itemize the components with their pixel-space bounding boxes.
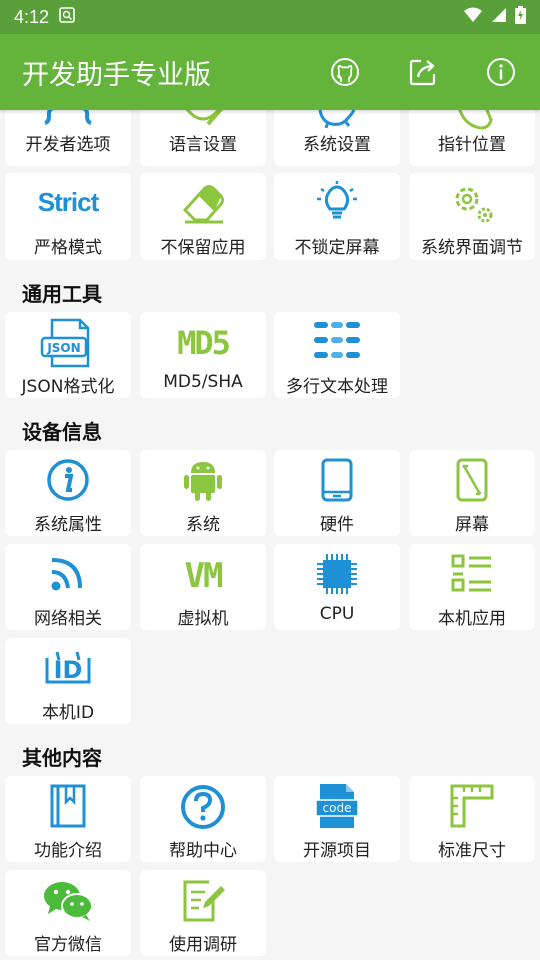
tile-label: 帮助中心 (169, 841, 237, 861)
tile-developer-options[interactable]: 开发者选项 (5, 110, 131, 166)
tile-system-settings[interactable]: 系统设置 (274, 110, 400, 166)
tile-label: CPU (319, 604, 355, 624)
eraser-icon (140, 182, 266, 224)
tile-label: 硬件 (320, 515, 354, 535)
screenshot-notification-icon (59, 7, 75, 27)
tile-label: 标准尺寸 (438, 841, 506, 861)
tile-label: 系统属性 (34, 515, 102, 535)
wifi-icon (463, 7, 483, 27)
tile-label: 指针位置 (438, 135, 506, 155)
tile-language-settings[interactable]: 语言设置 (140, 110, 266, 166)
book-icon (5, 784, 131, 828)
tile-label: 系统 (186, 515, 220, 535)
gear-icon (274, 110, 400, 128)
tile-system-properties[interactable]: 系统属性 (5, 450, 131, 536)
section-title-tools: 通用工具 (22, 282, 102, 306)
tile-md5-sha[interactable]: MD5 MD5/SHA (140, 312, 266, 398)
tile-label: 严格模式 (34, 238, 102, 258)
edit-note-icon (140, 878, 266, 922)
tile-system[interactable]: 系统 (140, 450, 266, 536)
tile-label: 开发者选项 (25, 135, 111, 155)
tile-label: 虚拟机 (177, 609, 229, 629)
tile-feature-intro[interactable]: 功能介绍 (5, 776, 131, 862)
share-button[interactable] (384, 34, 462, 110)
globe-pencil-icon (140, 110, 266, 130)
main-content: 开发者选项 语言设置 系统设置 指针位置 Strict 严格模式 不保留应用 不… (0, 110, 540, 960)
tile-device-id[interactable]: ID 本机ID (5, 638, 131, 724)
tile-virtual-machine[interactable]: VM 虚拟机 (140, 544, 266, 630)
github-button[interactable] (306, 34, 384, 110)
strict-icon: Strict (37, 187, 99, 217)
tile-label: JSON格式化 (21, 377, 115, 397)
tile-label: 不保留应用 (160, 238, 246, 258)
tile-multiline-text[interactable]: 多行文本处理 (274, 312, 400, 398)
app-title: 开发助手专业版 (22, 59, 211, 91)
app-bar: 开发助手专业版 (0, 34, 540, 110)
tile-label: 不锁定屏幕 (294, 238, 380, 258)
tile-label: 本机应用 (438, 609, 506, 629)
tile-label: 官方微信 (34, 935, 102, 955)
section-title-device: 设备信息 (22, 420, 102, 444)
tile-label: 屏幕 (455, 515, 489, 535)
tile-label: 本机ID (41, 703, 95, 723)
code-file-icon: code (274, 782, 400, 830)
tile-hardware[interactable]: 硬件 (274, 450, 400, 536)
gears-icon (409, 181, 535, 225)
tile-wechat[interactable]: 官方微信 (5, 870, 131, 956)
signal-icon (491, 7, 507, 27)
share-icon (409, 59, 436, 86)
tile-label: 系统设置 (303, 135, 371, 155)
brackets-icon (5, 110, 131, 130)
tile-pointer-location[interactable]: 指针位置 (409, 110, 535, 166)
tile-stay-awake[interactable]: 不锁定屏幕 (274, 173, 400, 260)
tile-standard-size[interactable]: 标准尺寸 (409, 776, 535, 862)
tile-system-ui-tuner[interactable]: 系统界面调节 (409, 173, 535, 260)
svg-text:JSON: JSON (46, 341, 80, 355)
tile-json-formatter[interactable]: JSON JSON格式化 (5, 312, 131, 398)
tile-label: MD5/SHA (163, 372, 243, 392)
md5-icon: MD5 (177, 324, 231, 362)
info-icon (487, 58, 515, 86)
hand-pointer-icon (409, 110, 535, 132)
tile-screen[interactable]: 屏幕 (409, 450, 535, 536)
tile-label: 多行文本处理 (286, 377, 388, 397)
tile-label: 语言设置 (169, 135, 237, 155)
wechat-icon (5, 880, 131, 922)
battery-icon (515, 6, 526, 28)
tile-network[interactable]: 网络相关 (5, 544, 131, 630)
app-list-icon (409, 554, 535, 594)
tile-cpu[interactable]: CPU (274, 544, 400, 630)
ruler-icon (409, 784, 535, 828)
tile-open-source[interactable]: code 开源项目 (274, 776, 400, 862)
github-icon (331, 58, 359, 86)
tile-label: 开源项目 (303, 841, 371, 861)
lightbulb-icon (274, 181, 400, 223)
help-question-icon (140, 784, 266, 830)
info-circle-icon (5, 458, 131, 502)
status-bar: 4:12 (0, 0, 540, 34)
tile-installed-apps[interactable]: 本机应用 (409, 544, 535, 630)
tile-dont-keep-activities[interactable]: 不保留应用 (140, 173, 266, 260)
tile-label: 网络相关 (34, 609, 102, 629)
id-card-icon: ID (5, 646, 131, 690)
tile-label: 功能介绍 (34, 841, 102, 861)
json-file-icon: JSON (5, 318, 131, 368)
about-button[interactable] (462, 34, 540, 110)
cpu-chip-icon (274, 552, 400, 596)
vm-icon: VM (184, 556, 224, 596)
tile-label: 系统界面调节 (421, 238, 523, 258)
status-time: 4:12 (14, 6, 50, 27)
phone-icon (274, 458, 400, 502)
section-title-other: 其他内容 (22, 746, 102, 770)
screen-expand-icon (409, 458, 535, 502)
android-icon (140, 458, 266, 502)
text-lines-icon (274, 320, 400, 360)
tile-help-center[interactable]: 帮助中心 (140, 776, 266, 862)
svg-text:code: code (323, 801, 352, 815)
wifi-signal-icon (5, 554, 131, 594)
tile-strict-mode[interactable]: Strict 严格模式 (5, 173, 131, 260)
tile-label: 使用调研 (169, 935, 237, 955)
tile-survey[interactable]: 使用调研 (140, 870, 266, 956)
